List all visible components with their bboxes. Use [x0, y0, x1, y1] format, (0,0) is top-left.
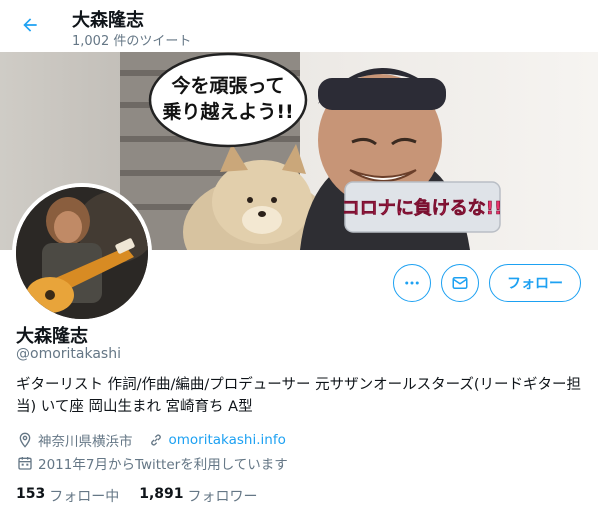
- following-stat[interactable]: 153 フォロー中: [16, 486, 119, 506]
- link-icon: [147, 431, 165, 449]
- more-button[interactable]: [393, 264, 431, 302]
- followers-label: フォロワー: [187, 489, 258, 505]
- followers-stat[interactable]: 1,891 フォロワー: [139, 486, 257, 506]
- header-title: 大森隆志: [72, 10, 144, 31]
- follow-button[interactable]: フォロー: [489, 264, 581, 302]
- top-bar: 大森隆志 1,002 件のツイート: [0, 0, 598, 52]
- profile-joined-row: 2011年7月からTwitterを利用しています: [16, 453, 288, 473]
- profile-location: 神奈川県横浜市: [38, 434, 133, 450]
- more-icon: [405, 281, 419, 285]
- tweet-count: 1,002 件のツイート: [72, 34, 192, 49]
- profile-bio: ギターリスト 作詞/作曲/編曲/プロデューサー 元サザンオールスターズ(リードギ…: [16, 377, 582, 415]
- back-button[interactable]: [14, 9, 46, 41]
- profile-website-link[interactable]: omoritakashi.info: [169, 432, 286, 448]
- location-icon: [16, 431, 34, 449]
- profile-meta-row: 神奈川県横浜市 omoritakashi.info: [16, 430, 286, 450]
- profile-stats: 153 フォロー中 1,891 フォロワー: [16, 486, 278, 506]
- speech-bubble-line1: 今を頑張って: [170, 74, 284, 97]
- following-label: フォロー中: [49, 489, 120, 505]
- profile-name: 大森隆志: [16, 326, 88, 347]
- back-arrow-icon: [23, 18, 37, 32]
- following-count: 153: [16, 486, 46, 502]
- profile-handle: @omoritakashi: [16, 346, 121, 362]
- speech-bubble-line2: 乗り越えよう!!: [162, 100, 293, 123]
- avatar[interactable]: [12, 183, 152, 323]
- followers-count: 1,891: [139, 486, 184, 502]
- sticker-text: コロナに負けるな!!: [342, 197, 502, 219]
- message-button[interactable]: [441, 264, 479, 302]
- envelope-icon: [452, 277, 468, 289]
- calendar-icon: [16, 454, 34, 472]
- profile-joined-date: 2011年7月からTwitterを利用しています: [38, 457, 288, 473]
